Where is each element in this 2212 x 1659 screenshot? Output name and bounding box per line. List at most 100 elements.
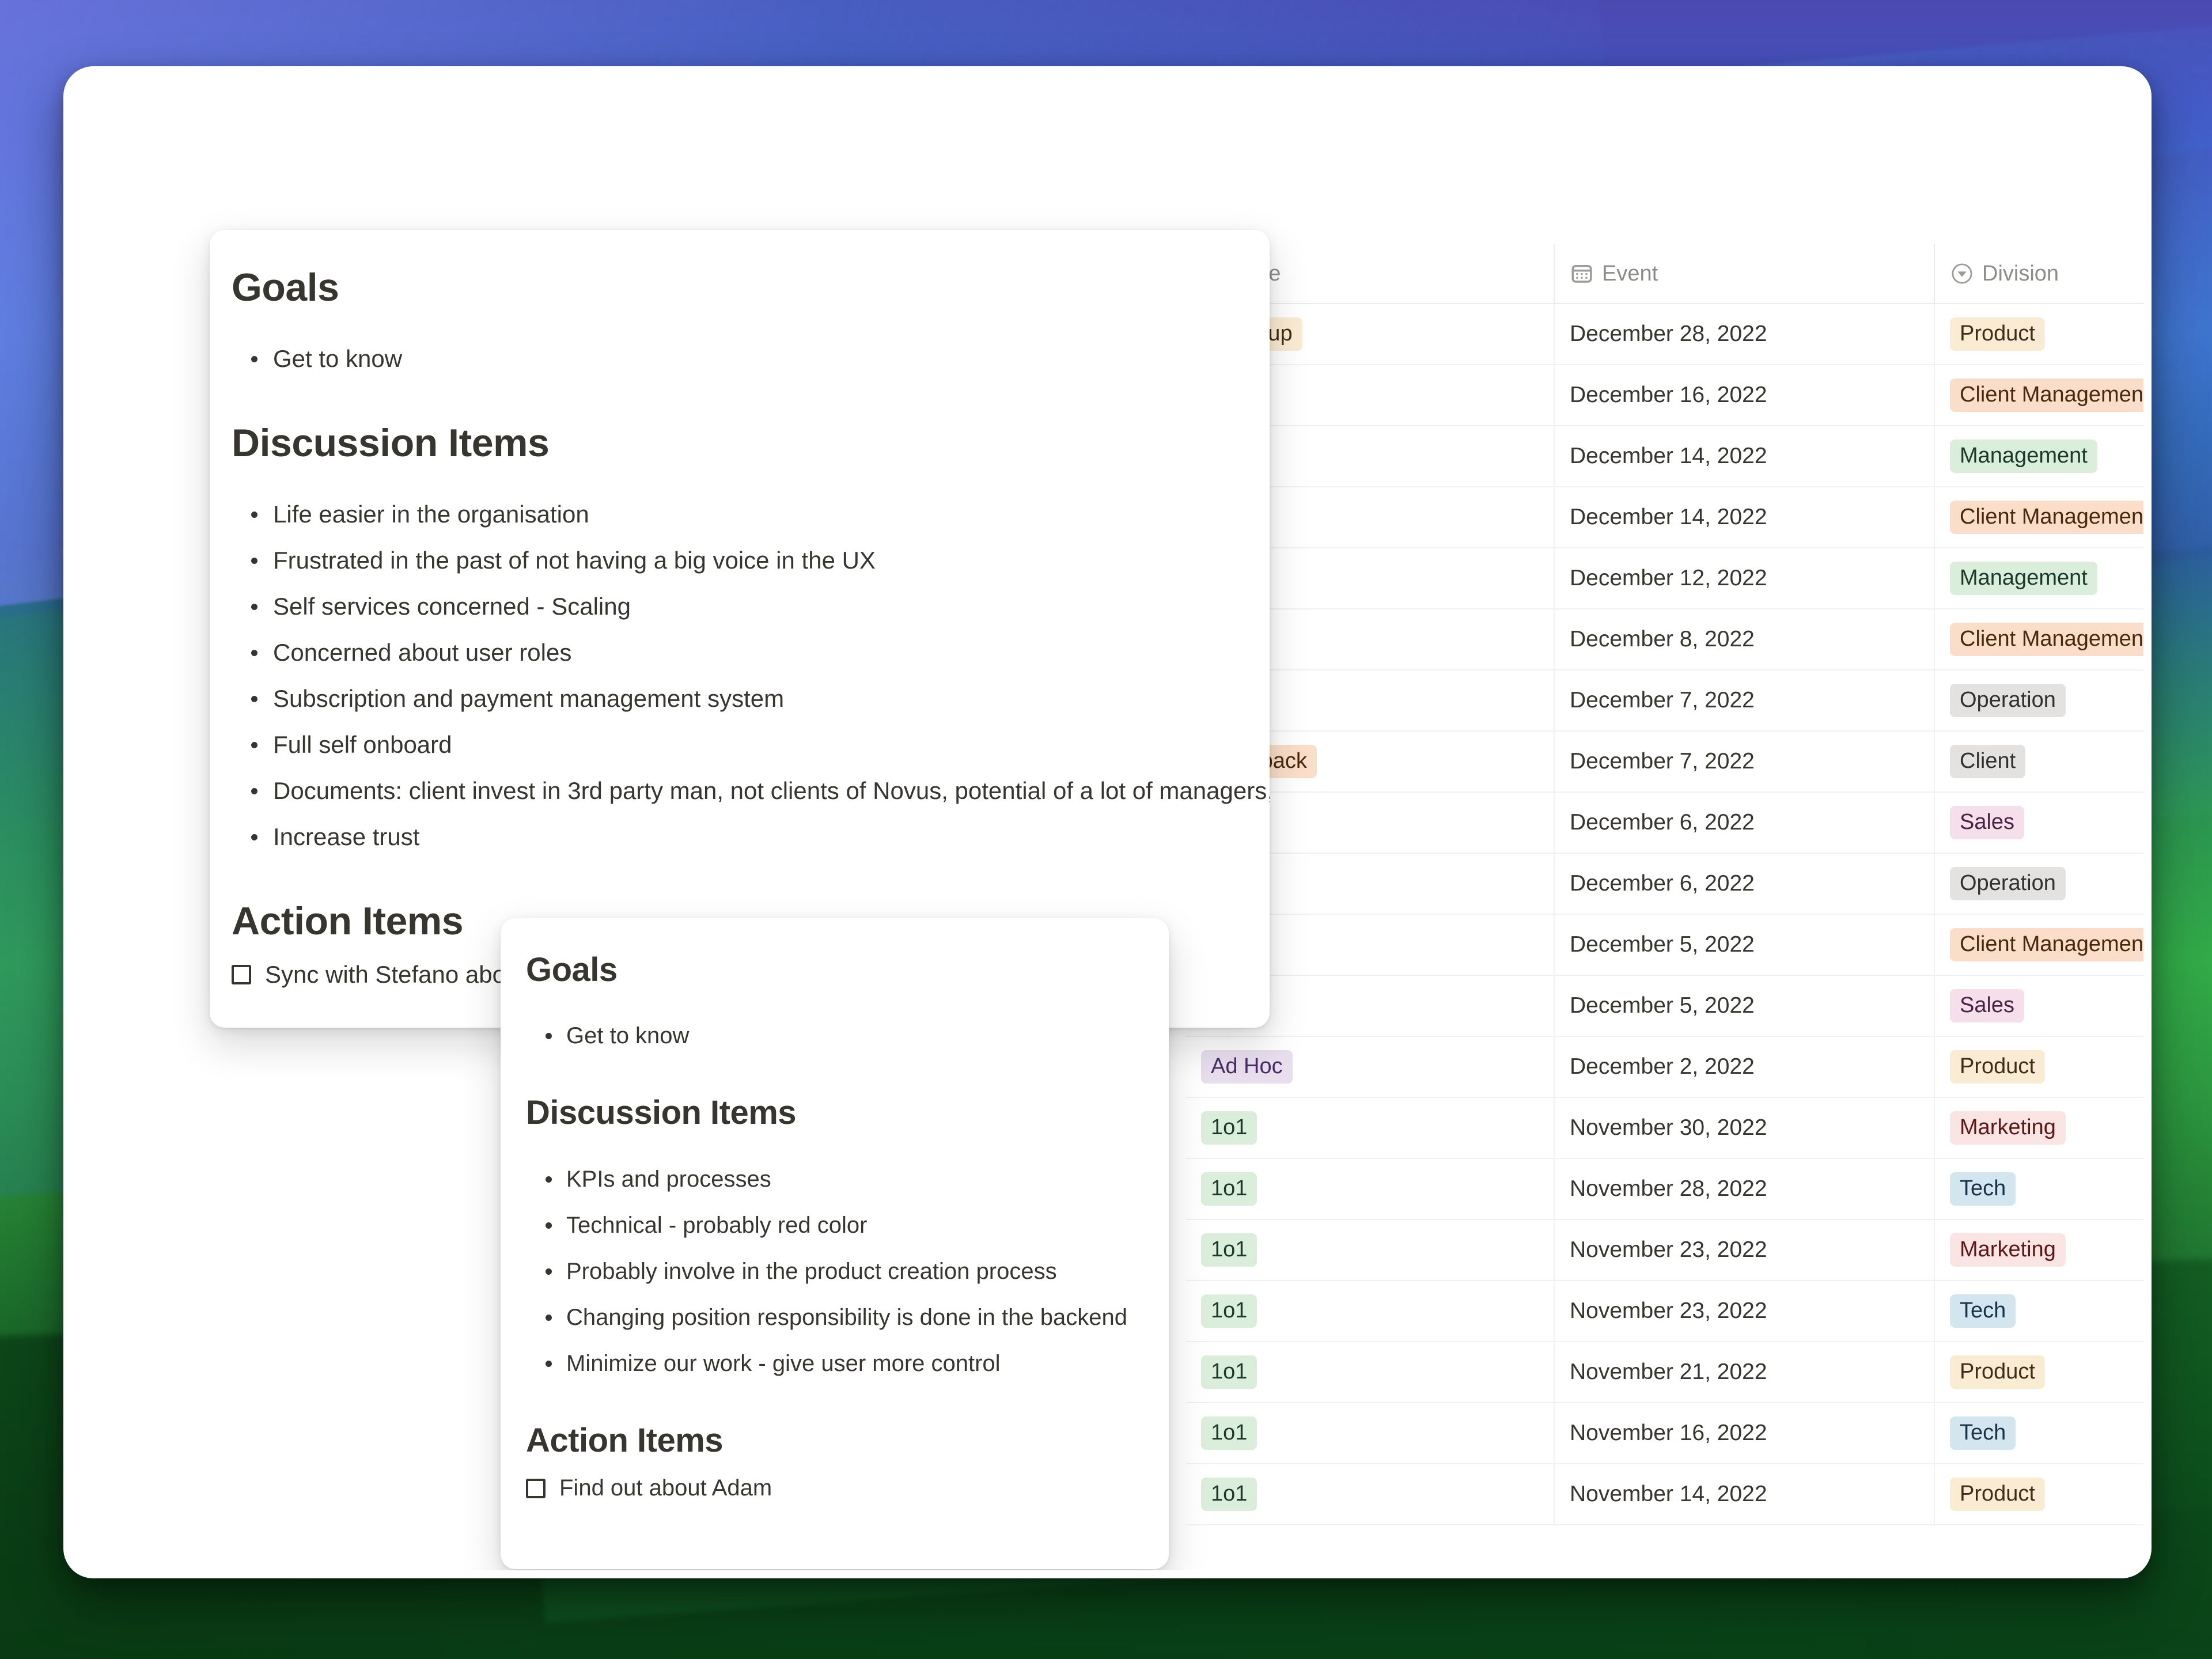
cell-division[interactable]: Marketing [1935,1220,2143,1280]
cell-division[interactable]: Tech [1935,1403,2143,1463]
cell-division[interactable]: Product [1935,304,2143,364]
cell-division[interactable]: Product [1935,1464,2143,1524]
division-tag: Product [1950,1477,2045,1512]
cell-event[interactable]: December 12, 2022 [1555,548,1935,608]
discussion-list-item: Documents: client invest in 3rd party ma… [232,768,1270,814]
cell-event[interactable]: December 16, 2022 [1555,365,1935,425]
table-row[interactable]: 1o1December 5, 2022Sales [1186,976,2143,1037]
table-row[interactable]: 1o1December 14, 2022Client Management [1186,487,2143,548]
cell-division[interactable]: Client Management [1935,915,2143,975]
division-tag: Client Management [1950,378,2143,412]
type-tag: 1o1 [1201,1111,1257,1145]
cell-division[interactable]: Tech [1935,1159,2143,1219]
cell-event[interactable]: November 30, 2022 [1555,1098,1935,1158]
cell-division[interactable]: Management [1935,426,2143,486]
cell-type[interactable]: 1o1 [1186,1464,1555,1524]
cell-division[interactable]: Management [1935,548,2143,608]
checkbox-unchecked-icon[interactable] [526,1478,546,1498]
cell-type[interactable]: 1o1 [1186,1281,1555,1341]
cell-division[interactable]: Sales [1935,976,2143,1036]
cell-division[interactable]: Sales [1935,793,2143,853]
division-tag: Product [1950,317,2045,351]
event-date: December 6, 2022 [1570,871,1755,896]
cell-event[interactable]: December 5, 2022 [1555,915,1935,975]
cell-division[interactable]: Marketing [1935,1098,2143,1158]
discussion-list-item: Increase trust [232,814,1270,860]
cell-division[interactable]: Operation [1935,854,2143,914]
division-tag: Sales [1950,805,2025,840]
table-row[interactable]: 1o1December 8, 2022Client Management [1186,609,2143,671]
cell-division[interactable]: Operation [1935,671,2143,730]
table-row[interactable]: 1o1December 6, 2022Operation [1186,854,2143,915]
table-row[interactable]: StandupDecember 28, 2022Product [1186,304,2143,365]
event-date: December 28, 2022 [1570,321,1767,346]
table-row[interactable]: Ad Hoc December 2, 2022 Product [1186,1037,2143,1098]
cell-division[interactable]: Client [1935,732,2143,791]
cell-event[interactable]: December 28, 2022 [1555,304,1935,364]
cell-event[interactable]: December 2, 2022 [1555,1037,1935,1097]
cell-type[interactable]: 1o1 [1186,1220,1555,1280]
goals-list: Get to know [526,1013,1169,1059]
cell-event[interactable]: December 8, 2022 [1555,609,1935,669]
cell-division[interactable]: Product [1935,1037,2143,1097]
cell-event[interactable]: November 23, 2022 [1555,1281,1935,1341]
cell-type[interactable]: 1o1 [1186,1342,1555,1402]
cell-type[interactable]: Ad Hoc [1186,1037,1555,1097]
event-date: November 23, 2022 [1570,1237,1767,1262]
table-row[interactable]: 1o1December 7, 2022Operation [1186,671,2143,732]
calendar-icon [1570,262,1594,286]
cell-event[interactable]: December 6, 2022 [1555,793,1935,853]
meetings-database-table: TypeEventDivision StandupDecember 28, 20… [1186,244,2143,1525]
checkbox-unchecked-icon[interactable] [232,964,251,984]
cell-type[interactable]: 1o1 [1186,1159,1555,1219]
division-tag: Tech [1950,1172,2016,1206]
cell-event[interactable]: November 14, 2022 [1555,1464,1935,1524]
table-row[interactable]: FeedbackDecember 7, 2022Client [1186,732,2143,793]
type-tag: 1o1 [1201,1233,1257,1267]
division-tag: Client [1950,744,2026,779]
table-row[interactable]: 1o1December 6, 2022Sales [1186,793,2143,854]
meeting-note-card-back[interactable]: Goals Get to know Discussion Items Life … [210,230,1270,1028]
goals-heading: Goals [232,266,339,309]
cell-event[interactable]: December 7, 2022 [1555,671,1935,730]
cell-event[interactable]: November 28, 2022 [1555,1159,1935,1219]
table-row[interactable]: 1o1 November 30, 2022 Marketing [1186,1098,2143,1159]
table-row[interactable]: 1o1 November 28, 2022 Tech [1186,1159,2143,1220]
cell-division[interactable]: Client Management [1935,487,2143,547]
goals-heading: Goals [526,951,618,988]
column-header-division[interactable]: Division [1935,244,2143,303]
discussion-list-item: Frustrated in the past of not having a b… [232,537,1270,584]
cell-division[interactable]: Client Management [1935,609,2143,669]
cell-type[interactable]: 1o1 [1186,1403,1555,1463]
action-item-row[interactable]: Find out about Adam [526,1460,1169,1501]
table-row[interactable]: 1o1December 14, 2022Management [1186,426,2143,487]
column-header-event[interactable]: Event [1555,244,1935,303]
discussion-items-heading: Discussion Items [232,421,550,465]
cell-event[interactable]: November 23, 2022 [1555,1220,1935,1280]
table-row[interactable]: 1o1 November 14, 2022 Product [1186,1464,2143,1525]
cell-event[interactable]: December 14, 2022 [1555,426,1935,486]
table-row[interactable]: 1o1 November 23, 2022 Tech [1186,1281,2143,1342]
cell-division[interactable]: Client Management [1935,365,2143,425]
table-row[interactable]: 1o1 November 21, 2022 Product [1186,1342,2143,1403]
table-row[interactable]: 1o1 November 16, 2022 Tech [1186,1403,2143,1464]
cell-event[interactable]: December 7, 2022 [1555,732,1935,791]
cell-division[interactable]: Product [1935,1342,2143,1402]
cell-event[interactable]: December 14, 2022 [1555,487,1935,547]
event-date: December 12, 2022 [1570,566,1767,590]
cell-type[interactable]: 1o1 [1186,1098,1555,1158]
table-row[interactable]: 1o1December 5, 2022Client Management [1186,915,2143,976]
cell-division[interactable]: Tech [1935,1281,2143,1341]
table-row[interactable]: 1o1December 16, 2022Client Management [1186,365,2143,426]
cell-event[interactable]: November 21, 2022 [1555,1342,1935,1402]
cell-event[interactable]: December 6, 2022 [1555,854,1935,914]
event-date: December 5, 2022 [1570,993,1755,1018]
event-date: November 16, 2022 [1570,1421,1767,1445]
cell-event[interactable]: December 5, 2022 [1555,976,1935,1036]
table-row[interactable]: 1o1December 12, 2022Management [1186,548,2143,609]
desktop-background: TypeEventDivision StandupDecember 28, 20… [0,0,2212,1659]
cell-event[interactable]: November 16, 2022 [1555,1403,1935,1463]
discussion-list-item: Changing position responsibility is done… [526,1294,1169,1340]
meeting-note-card-front[interactable]: Goals Get to know Discussion Items KPIs … [501,918,1169,1569]
table-row[interactable]: 1o1 November 23, 2022 Marketing [1186,1220,2143,1281]
